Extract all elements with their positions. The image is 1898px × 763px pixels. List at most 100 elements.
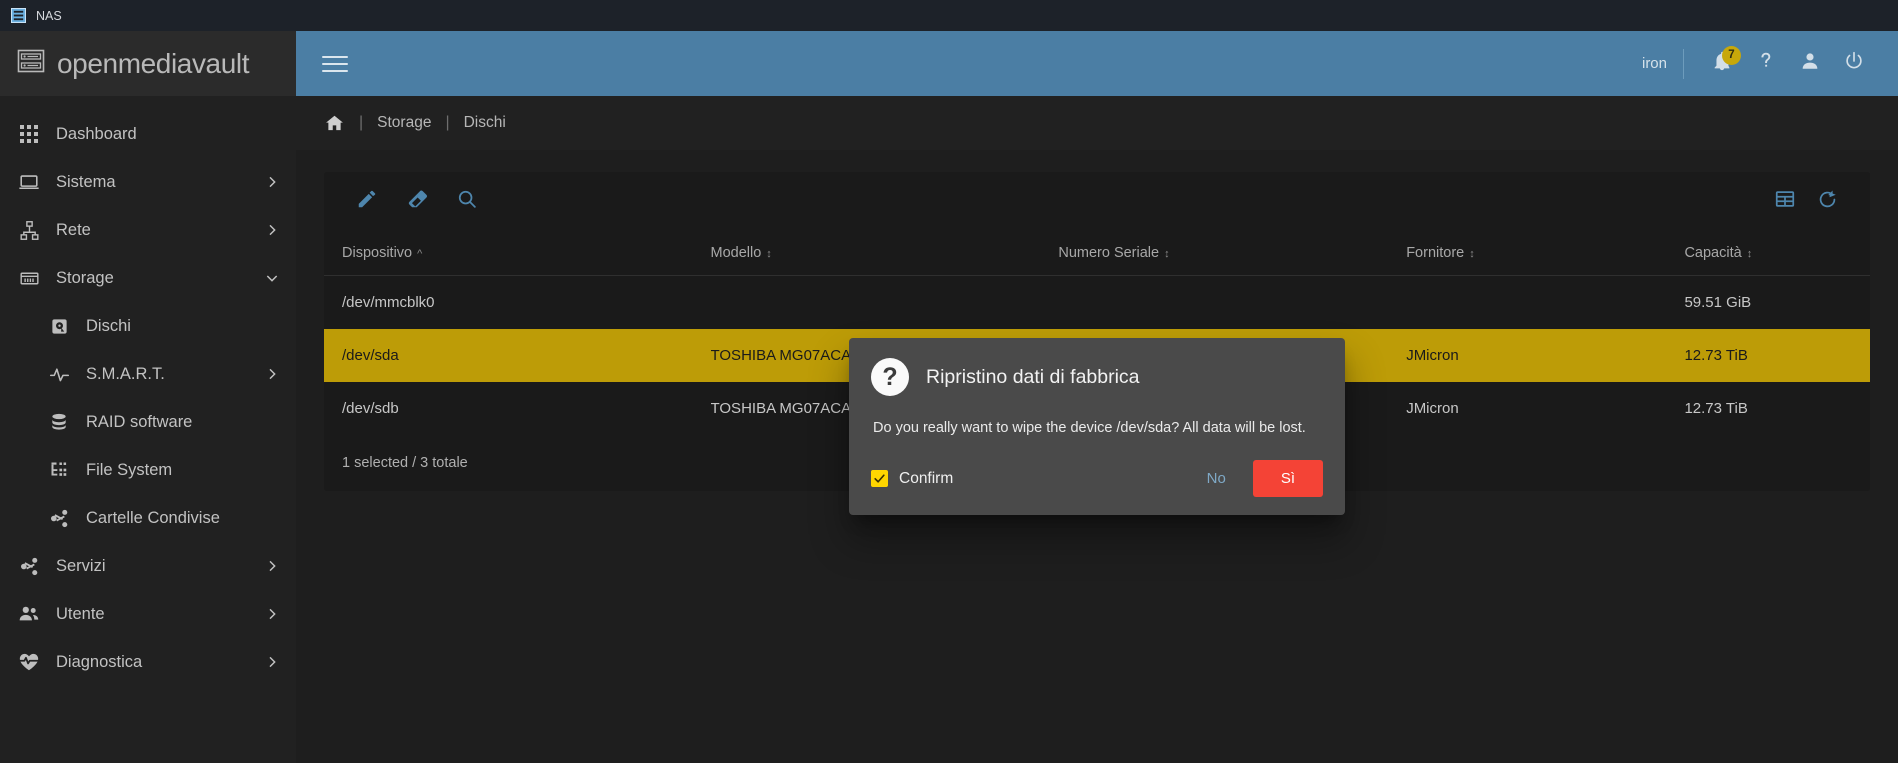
cell-vendor (1406, 276, 1684, 329)
sidebar-item-label: Utente (56, 604, 105, 623)
eraser-icon (406, 188, 428, 215)
column-header-dispositivo[interactable]: Dispositivo ^ (324, 231, 711, 276)
current-user-label: iron (1641, 55, 1667, 72)
chevron-right-icon (264, 222, 280, 238)
sidebar-nav: Dashboard Sistema Rete Storage Dischi S.… (0, 96, 296, 686)
notification-badge: 7 (1722, 45, 1741, 65)
sidebar-item-cartelle-condivise[interactable]: Cartelle Condivise (0, 494, 296, 542)
help-button[interactable] (1744, 42, 1788, 86)
app-shell: openmediavault Dashboard Sistema Rete St… (0, 31, 1898, 763)
sidebar-item-diagnostica[interactable]: Diagnostica (0, 638, 296, 686)
sidebar-item-label: Dashboard (56, 124, 137, 143)
sidebar-item-dischi[interactable]: Dischi (0, 302, 296, 350)
omv-server-icon (16, 46, 46, 81)
sort-indicator-none: ↕ (1746, 248, 1753, 260)
wipe-confirm-dialog: ? Ripristino dati di fabbrica Do you rea… (849, 338, 1345, 516)
column-header-fornitore[interactable]: Fornitore ↕ (1406, 231, 1685, 276)
scan-button[interactable] (446, 181, 488, 223)
sidebar-item-utente[interactable]: Utente (0, 590, 296, 638)
cell-vendor: JMicron (1406, 399, 1459, 417)
column-header-capacita[interactable]: Capacità ↕ (1684, 231, 1870, 276)
chevron-down-icon (264, 270, 280, 286)
people-icon (18, 603, 40, 625)
table-row[interactable]: /dev/mmcblk0 59.51 GiB (324, 276, 1870, 329)
reload-button[interactable] (1806, 181, 1848, 223)
sidebar-item-label: RAID software (86, 412, 193, 431)
columns-button[interactable] (1764, 181, 1806, 223)
account-button[interactable] (1788, 42, 1832, 86)
sidebar-item-label: File System (86, 460, 173, 479)
refresh-icon (1816, 188, 1839, 216)
confirm-checkbox-label: Confirm (899, 469, 954, 487)
sort-indicator-none: ↕ (766, 248, 772, 260)
sidebar-item-file-system[interactable]: File System (0, 446, 296, 494)
table-columns-icon (1774, 188, 1796, 215)
sidebar-item-sistema[interactable]: Sistema (0, 158, 296, 206)
share-icon (48, 507, 70, 529)
yes-button[interactable]: Sì (1252, 460, 1323, 498)
cell-device: /dev/mmcblk0 (342, 293, 435, 311)
column-label: Dispositivo (342, 245, 413, 261)
hamburger-menu-icon[interactable] (322, 51, 348, 77)
chevron-right-icon (264, 366, 280, 382)
column-label: Numero Seriale (1058, 245, 1160, 261)
sort-indicator-asc: ^ (417, 248, 423, 260)
cell-serial (1058, 276, 1406, 329)
chevron-right-icon (264, 654, 280, 670)
sidebar-item-smart[interactable]: S.M.A.R.T. (0, 350, 296, 398)
column-label: Fornitore (1406, 245, 1465, 261)
sidebar-item-dashboard[interactable]: Dashboard (0, 110, 296, 158)
sort-indicator-none: ↕ (1164, 248, 1170, 260)
main-panel: Dispositivo ^ Modello ↕ Numero Seriale ↕ Fo… (296, 150, 1898, 763)
breadcrumb: | Storage | Dischi (296, 96, 1898, 150)
wipe-button[interactable] (396, 181, 438, 223)
no-button[interactable]: No (1190, 461, 1243, 496)
sidebar-item-label: Sistema (56, 172, 116, 191)
content-area: iron 7 | Storage | Dischi Dispositivo ^ … (296, 31, 1898, 763)
column-label: Modello (710, 245, 762, 261)
brand-logo[interactable]: openmediavault (0, 31, 296, 96)
sidebar-item-label: S.M.A.R.T. (86, 364, 165, 383)
storage-icon (18, 267, 40, 289)
breadcrumb-item-storage[interactable]: Storage (377, 114, 431, 132)
sidebar-item-servizi[interactable]: Servizi (0, 542, 296, 590)
toolbar-divider (1683, 48, 1684, 79)
disk-icon (48, 315, 70, 337)
sort-indicator-none: ↕ (1469, 248, 1475, 260)
column-label: Capacità (1684, 245, 1742, 261)
cell-model (711, 276, 1059, 329)
chevron-right-icon (264, 558, 280, 574)
sidebar-item-label: Rete (56, 220, 91, 239)
power-icon (1843, 50, 1865, 77)
cell-device: /dev/sda (324, 328, 711, 382)
edit-button[interactable] (346, 181, 388, 223)
notifications-button[interactable]: 7 (1700, 42, 1744, 86)
home-icon[interactable] (324, 113, 345, 134)
cell-capacity: 12.73 TiB (1684, 328, 1870, 382)
heartbeat-icon (18, 651, 40, 673)
window-icon (10, 8, 26, 24)
chevron-right-icon (264, 174, 280, 190)
breadcrumb-item-dischi[interactable]: Dischi (464, 114, 506, 132)
share-icon (18, 555, 40, 577)
pulse-icon (48, 363, 70, 385)
column-header-modello[interactable]: Modello ↕ (710, 231, 1059, 276)
cell-device: /dev/sdb (342, 399, 399, 417)
power-button[interactable] (1832, 42, 1876, 86)
cell-vendor: JMicron (1406, 328, 1685, 382)
question-mark-icon: ? (871, 358, 909, 396)
breadcrumb-separator: | (445, 114, 450, 131)
checkbox-checked-icon (871, 470, 888, 488)
top-bar: iron 7 (296, 31, 1898, 96)
sidebar-item-raid-software[interactable]: RAID software (0, 398, 296, 446)
question-mark-icon (1755, 50, 1777, 77)
column-header-numero-seriale[interactable]: Numero Seriale ↕ (1058, 231, 1407, 276)
confirm-checkbox[interactable]: Confirm (871, 470, 953, 488)
sidebar-item-label: Dischi (86, 316, 131, 335)
person-icon (1799, 50, 1821, 77)
dialog-header: ? Ripristino dati di fabbrica (871, 358, 1323, 396)
chevron-right-icon (264, 606, 280, 622)
sidebar-item-storage[interactable]: Storage (0, 254, 296, 302)
sidebar-item-rete[interactable]: Rete (0, 206, 296, 254)
dialog-title: Ripristino dati di fabbrica (926, 365, 1140, 388)
